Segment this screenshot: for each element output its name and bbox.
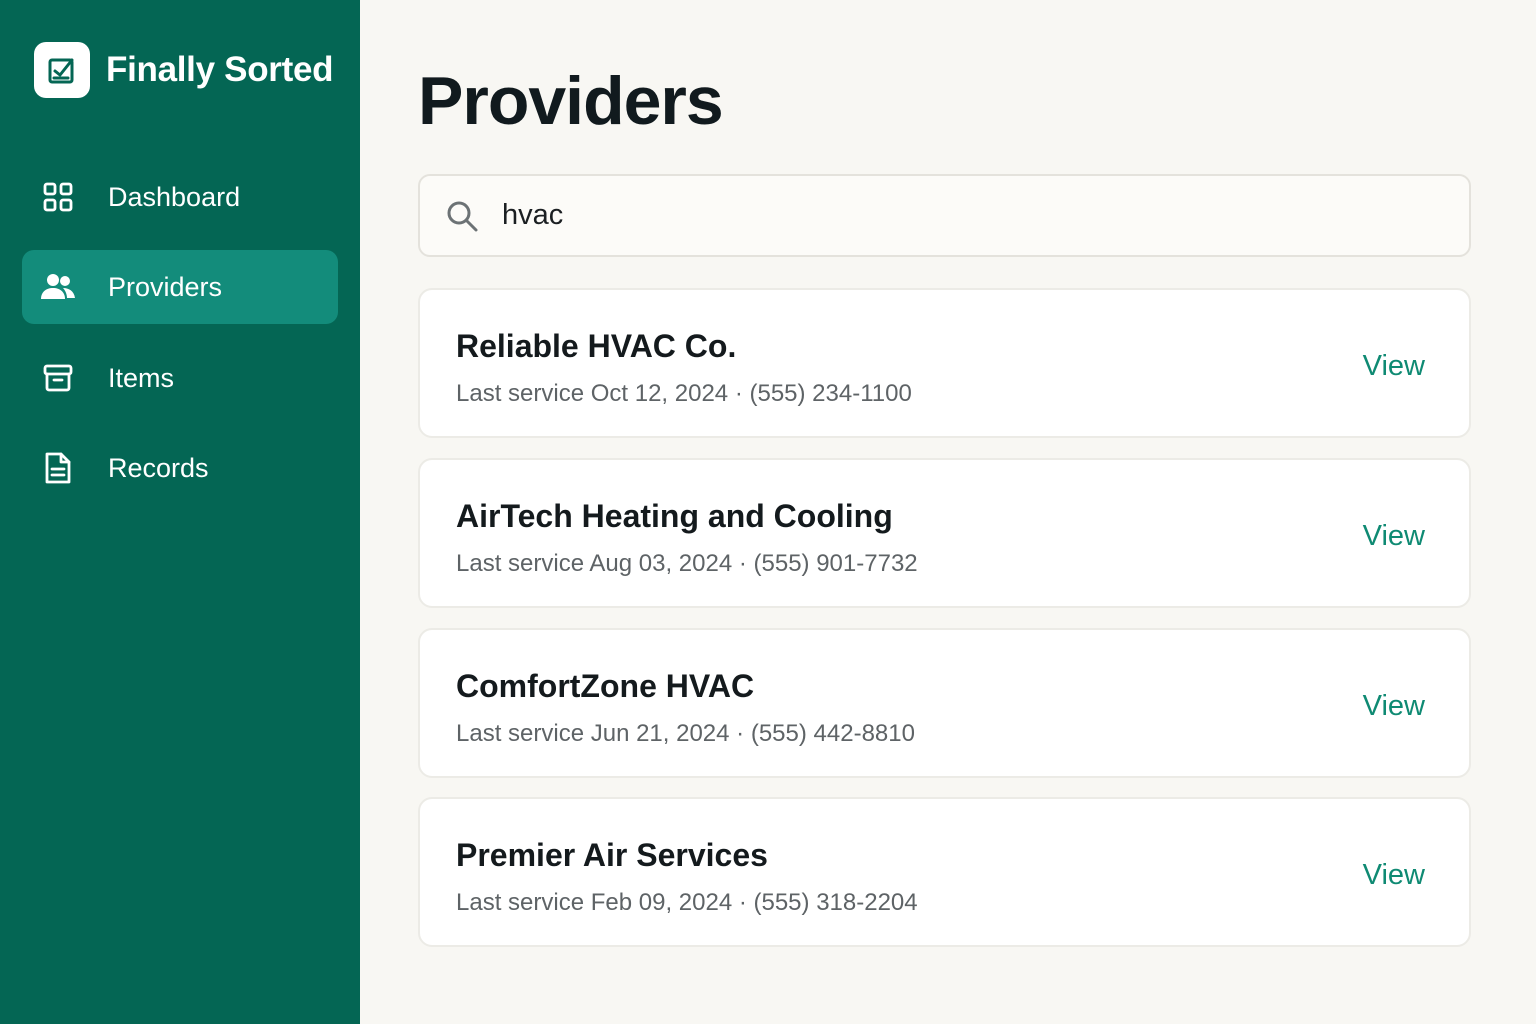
sidebar-item-records[interactable]: Records (22, 431, 338, 505)
sidebar-item-label: Items (108, 362, 175, 393)
sidebar-item-providers[interactable]: Providers (22, 250, 338, 324)
provider-meta: Last service Oct 12, 2024 · (555) 234-11… (456, 380, 912, 407)
view-button[interactable]: View (1363, 520, 1425, 553)
provider-meta: Last service Aug 03, 2024 · (555) 901-77… (456, 550, 918, 577)
sidebar: Finally Sorted Dashboard Providers Items… (0, 0, 360, 1024)
sidebar-item-items[interactable]: Items (22, 341, 338, 415)
archive-box-icon (41, 361, 75, 395)
view-button[interactable]: View (1363, 859, 1425, 892)
sidebar-item-dashboard[interactable]: Dashboard (22, 160, 338, 234)
page-title: Providers (418, 63, 724, 139)
sidebar-item-label: Providers (108, 271, 223, 302)
search-icon (444, 198, 480, 234)
provider-card: AirTech Heating and Cooling Last service… (418, 458, 1471, 608)
provider-meta: Last service Jun 21, 2024 · (555) 442-88… (456, 720, 915, 747)
sidebar-item-label: Records (108, 452, 209, 483)
sidebar-item-label: Dashboard (108, 181, 241, 212)
view-button[interactable]: View (1363, 690, 1425, 723)
provider-card: ComfortZone HVAC Last service Jun 21, 20… (418, 628, 1471, 778)
users-icon (41, 270, 75, 304)
document-icon (41, 451, 75, 485)
provider-name: AirTech Heating and Cooling (456, 498, 893, 534)
view-button[interactable]: View (1363, 350, 1425, 383)
provider-card: Premier Air Services Last service Feb 09… (418, 797, 1471, 947)
provider-name: ComfortZone HVAC (456, 668, 755, 704)
provider-name: Reliable HVAC Co. (456, 328, 737, 364)
main-content: Providers Reliable HVAC Co. Last service… (360, 0, 1536, 1024)
provider-card: Reliable HVAC Co. Last service Oct 12, 2… (418, 288, 1471, 438)
app-shell: Finally Sorted Dashboard Providers Items… (0, 0, 1536, 1024)
app-name: Finally Sorted (106, 50, 334, 89)
checklist-logo-icon (34, 42, 90, 98)
provider-name: Premier Air Services (456, 837, 768, 873)
grid-icon (41, 180, 75, 214)
provider-meta: Last service Feb 09, 2024 · (555) 318-22… (456, 889, 918, 916)
search-bar[interactable] (418, 174, 1471, 257)
search-input[interactable] (502, 199, 1402, 232)
brand[interactable]: Finally Sorted (34, 42, 334, 98)
